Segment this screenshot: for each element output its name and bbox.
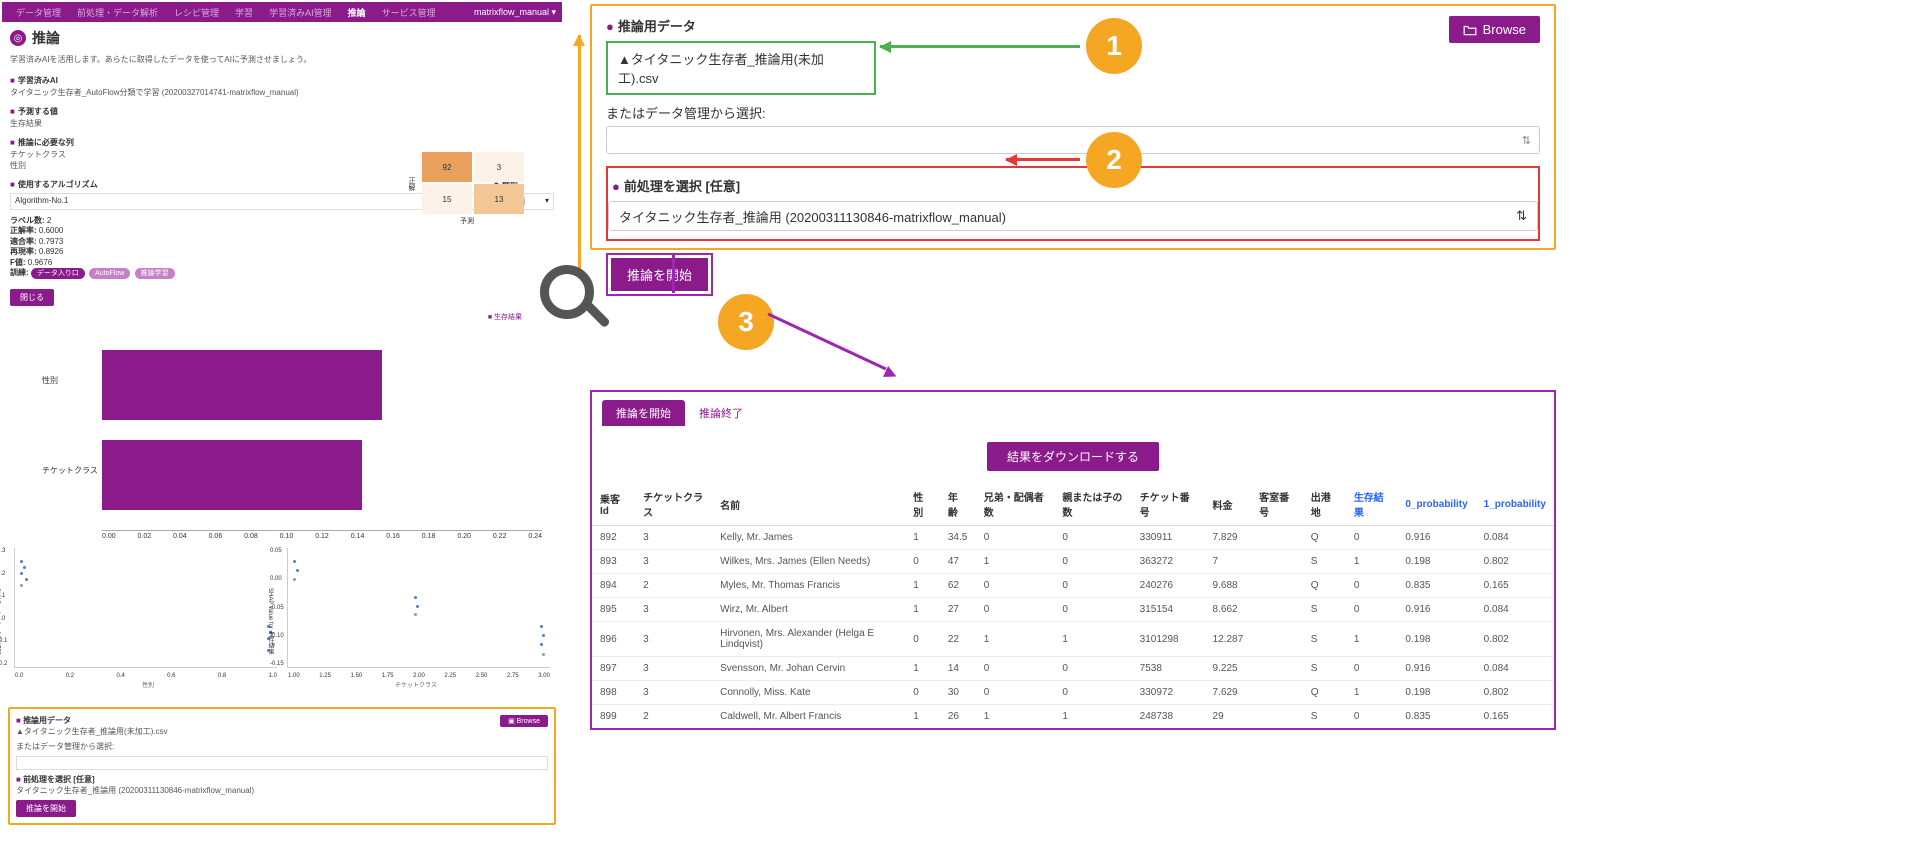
- page-subtitle: 学習済みAIを活用します。あらたに取得したデータを使ってAIに予測させましょう。: [2, 54, 562, 71]
- nav-trained-ai[interactable]: 学習済みAI管理: [261, 6, 340, 19]
- section-required-header: ■推論に必要な列: [2, 133, 562, 149]
- browse-button[interactable]: Browse: [1449, 16, 1540, 43]
- preprocess-select[interactable]: タイタニック生存者_推論用 (20200311130846-matrixflow…: [608, 201, 1538, 231]
- select-updown-icon: ⇅: [1522, 134, 1531, 147]
- table-row: 9003Abrahim, Mrs. Joseph (Sophie Halaut …: [592, 729, 1554, 731]
- nav-preprocess[interactable]: 前処理・データ解析: [69, 6, 166, 19]
- inference-icon: ◎: [10, 30, 26, 46]
- pill-autoflow: AutoFlow: [89, 268, 130, 279]
- results-header[interactable]: 出港地: [1303, 483, 1346, 526]
- topbar: データ管理 前処理・データ解析 レシピ管理 学習 学習済みAI管理 推論 サービ…: [2, 2, 562, 22]
- shap-scatter-2: SHAP value for 生存結果 0.050.00-0.05-0.10-0…: [287, 548, 550, 668]
- table-row: 8992Caldwell, Mr. Albert Francis12611248…: [592, 705, 1554, 729]
- shap-scatter-1: SHAP value for 生存結果 0.30.20.10.0-0.1-0.2…: [14, 548, 277, 668]
- feature-importance-chart: 性別 チケットクラス 0.000.020.040.060.080.100.120…: [42, 330, 542, 540]
- results-header[interactable]: 0_probability: [1397, 483, 1475, 526]
- confusion-matrix: 正解 92 3 15 13 予測: [402, 152, 532, 226]
- folder-icon: [1463, 24, 1477, 36]
- results-header[interactable]: 乗客Id: [592, 483, 635, 526]
- results-header[interactable]: 料金: [1205, 483, 1252, 526]
- table-row: 8973Svensson, Mr. Johan Cervin1140075389…: [592, 657, 1554, 681]
- browse-button-small[interactable]: ▣ Browse: [500, 715, 548, 727]
- data-select-small[interactable]: [16, 756, 548, 770]
- results-header[interactable]: チケット番号: [1132, 483, 1205, 526]
- inference-config-zoom: Browse ●推論用データ ▲タイタニック生存者_推論用(未加工).csv ま…: [590, 4, 1556, 250]
- nav-train[interactable]: 学習: [227, 6, 261, 19]
- uploaded-file: ▲タイタニック生存者_推論用(未加工).csv: [606, 41, 876, 95]
- results-header[interactable]: 1_probability: [1476, 483, 1554, 526]
- annotation-arrow-green: [880, 45, 1080, 48]
- start-inference-button[interactable]: 推論を開始: [611, 258, 708, 291]
- heatmap-cell: 3: [474, 152, 524, 182]
- results-header[interactable]: 親または子の数: [1054, 483, 1131, 526]
- results-header[interactable]: 兄弟・配偶者数: [976, 483, 1055, 526]
- nav-data[interactable]: データ管理: [8, 6, 69, 19]
- step-circle-2: 2: [1086, 132, 1142, 188]
- inference-results-panel: 推論を開始 推論終了 結果をダウンロードする 乗客Idチケットクラス名前性別年齢…: [590, 390, 1556, 730]
- table-row: 8923Kelly, Mr. James134.5003309117.829Q0…: [592, 526, 1554, 550]
- table-row: 8953Wirz, Mr. Albert127003151548.662S00.…: [592, 598, 1554, 622]
- results-header[interactable]: 年齢: [940, 483, 976, 526]
- table-row: 8933Wilkes, Mrs. James (Ellen Needs)0471…: [592, 550, 1554, 574]
- magnifier-icon: [540, 265, 594, 319]
- pill-data-input: データ入り口: [31, 268, 85, 279]
- bar-legend: 生存結果: [2, 312, 562, 322]
- download-results-button[interactable]: 結果をダウンロードする: [987, 442, 1159, 471]
- bar: [102, 440, 362, 510]
- annotation-arrow-purple-1: [672, 255, 675, 293]
- table-row: 8983Connolly, Miss. Kate030003309727.629…: [592, 681, 1554, 705]
- table-row: 8942Myles, Mr. Thomas Francis16200240276…: [592, 574, 1554, 598]
- nav-inference[interactable]: 推論: [340, 6, 374, 19]
- results-header[interactable]: 名前: [712, 483, 905, 526]
- section-target-header: ■予測する値: [2, 102, 562, 118]
- user-menu[interactable]: matrixflow_manual ▾: [474, 7, 556, 18]
- bar: [102, 350, 382, 420]
- heatmap-cell: 13: [474, 184, 524, 214]
- annotation-arrow-purple-2: [767, 313, 886, 371]
- page-title-row: ◎ 推論: [2, 22, 562, 54]
- left-app-panel: データ管理 前処理・データ解析 レシピ管理 学習 学習済みAI管理 推論 サービ…: [2, 2, 562, 852]
- section-ai-value: タイタニック生存者_AutoFlow分類で学習 (20200327014741-…: [2, 87, 562, 102]
- nav-recipe[interactable]: レシピ管理: [166, 6, 227, 19]
- close-button[interactable]: 閉じる: [10, 289, 54, 306]
- table-row: 8963Hirvonen, Mrs. Alexander (Helga E Li…: [592, 622, 1554, 657]
- chevron-down-icon: ▾: [545, 196, 549, 207]
- pill-train: 推論学習: [135, 268, 175, 279]
- heatmap-cell: 92: [422, 152, 472, 182]
- select-updown-icon: ⇅: [1516, 208, 1527, 224]
- heatmap-cell: 15: [422, 184, 472, 214]
- step-circle-1: 1: [1086, 18, 1142, 74]
- inference-config-small: ▣ Browse ■ 推論用データ ▲タイタニック生存者_推論用(未加工).cs…: [8, 707, 556, 825]
- annotation-arrow-red: [1006, 158, 1080, 161]
- results-header[interactable]: チケットクラス: [635, 483, 712, 526]
- results-header[interactable]: 生存結果: [1346, 483, 1398, 526]
- data-select[interactable]: ⇅: [606, 126, 1540, 154]
- tab-finished[interactable]: 推論終了: [685, 400, 757, 426]
- tab-start[interactable]: 推論を開始: [602, 400, 685, 426]
- results-header[interactable]: 客室番号: [1251, 483, 1303, 526]
- page-title: 推論: [32, 28, 60, 48]
- or-select-label: またはデータ管理から選択:: [606, 103, 1540, 122]
- section-target-value: 生存結果: [2, 118, 562, 133]
- start-inference-small[interactable]: 推論を開始: [16, 800, 76, 817]
- step-circle-3: 3: [718, 294, 774, 350]
- section-ai-header: ■学習済みAI: [2, 71, 562, 87]
- results-table: 乗客Idチケットクラス名前性別年齢兄弟・配偶者数親または子の数チケット番号料金客…: [592, 483, 1554, 730]
- nav-service[interactable]: サービス管理: [374, 6, 444, 19]
- results-header[interactable]: 性別: [905, 483, 940, 526]
